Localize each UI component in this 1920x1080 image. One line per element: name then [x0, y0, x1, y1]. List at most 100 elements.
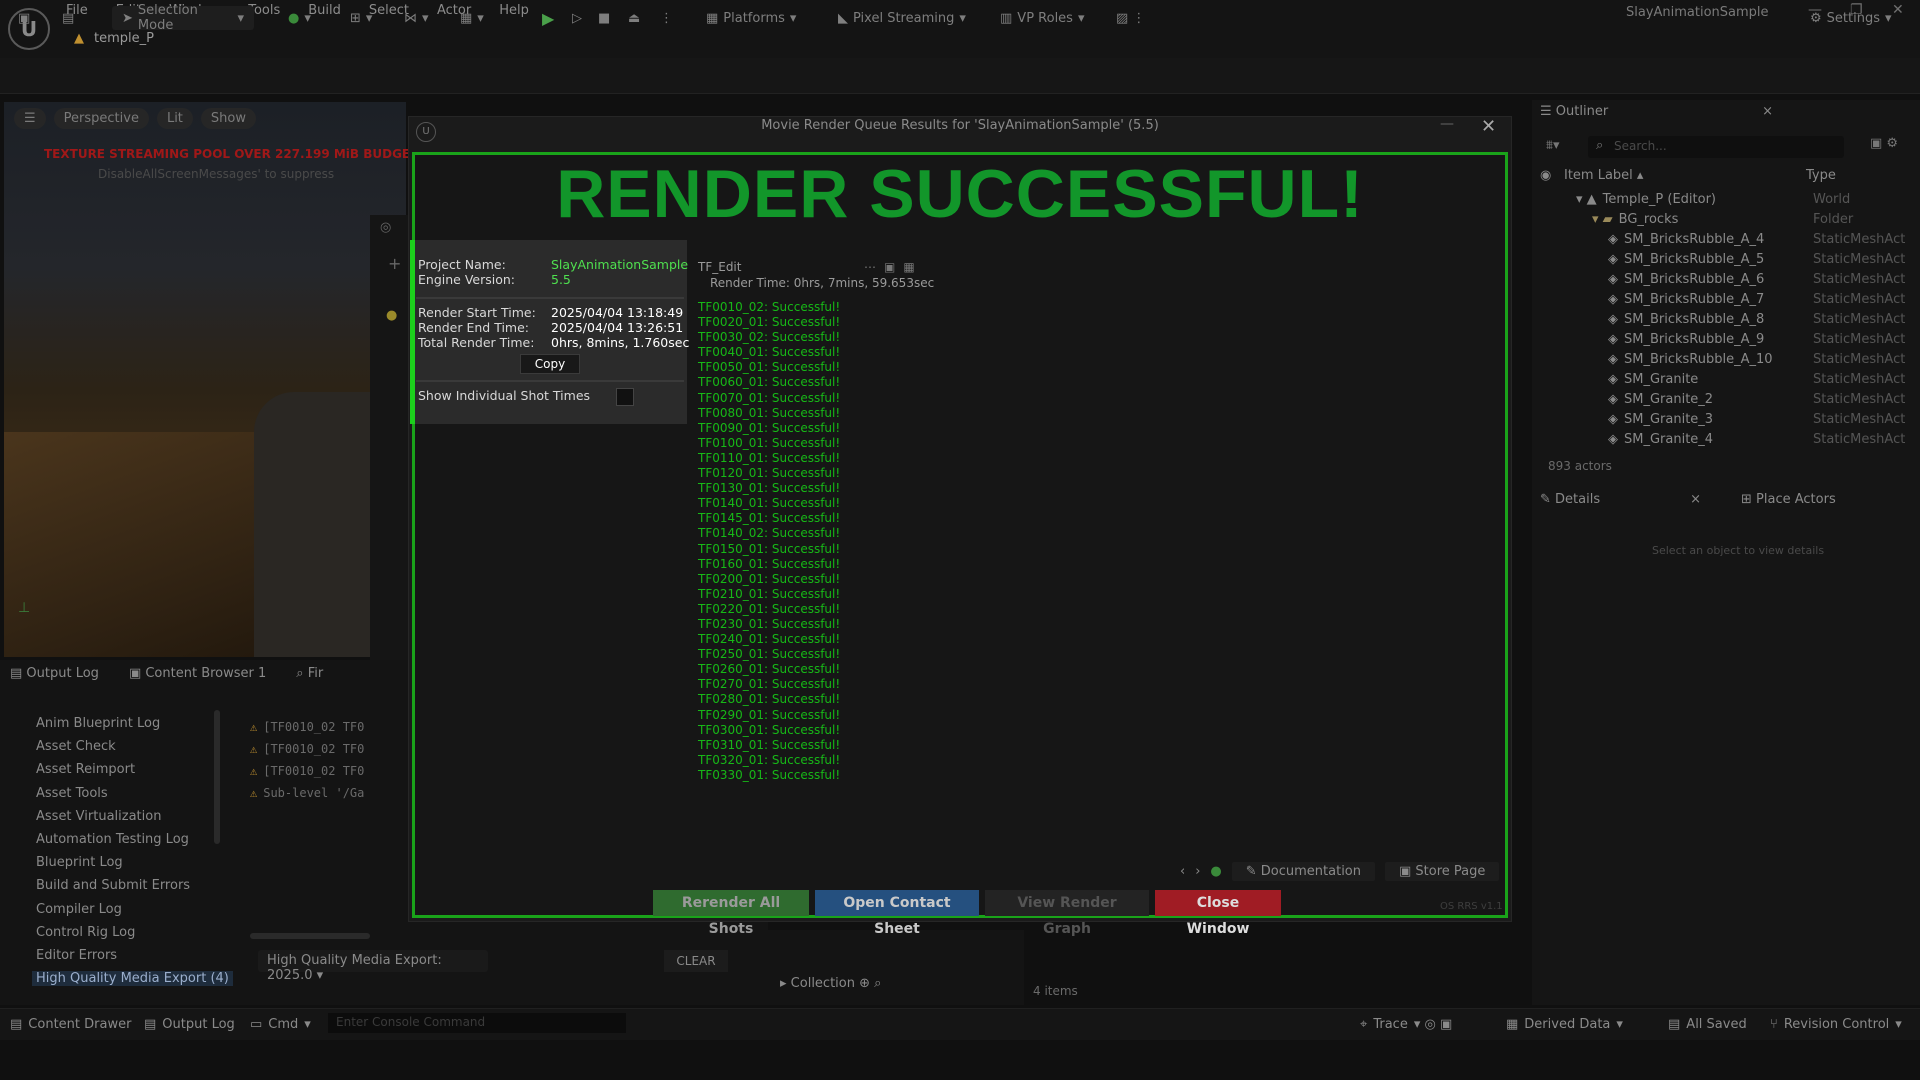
rerender-all-button[interactable]: Rerender All Shots	[653, 890, 809, 937]
collection-header[interactable]: ▸ Collection ⊕ ⌕	[780, 976, 881, 991]
log-message[interactable]: ⚠ Sub-level '/Ga	[250, 782, 364, 804]
dialog-close-icon[interactable]: ✕	[1481, 116, 1496, 137]
content-drawer-button[interactable]: ▤ Content Drawer	[10, 1017, 131, 1032]
documentation-button[interactable]: ✎ Documentation	[1231, 862, 1375, 881]
outliner-row[interactable]: ◈ SM_BricksRubble_A_8 StaticMeshActo	[1540, 310, 1905, 330]
log-category-item[interactable]: Asset Reimport	[36, 758, 233, 781]
grid-icon[interactable]: ▦	[903, 260, 914, 274]
outliner-row[interactable]: ◈ SM_BricksRubble_A_5 StaticMeshActo	[1540, 250, 1905, 270]
folder-icon[interactable]: ▣	[884, 260, 895, 274]
open-contact-sheet-button[interactable]: Open Contact Sheet	[815, 890, 979, 937]
level-viewport[interactable]	[4, 102, 406, 657]
extra-tool-icon[interactable]: ▨ ⋮	[1116, 6, 1145, 30]
stop-icon[interactable]: ■	[598, 6, 610, 30]
log-message[interactable]: ⚠ [TF0010_02 TF0	[250, 738, 364, 760]
log-category-item[interactable]: Build and Submit Errors	[36, 874, 233, 897]
revision-control-button[interactable]: ⑂ Revision Control ▾	[1770, 1017, 1902, 1032]
save-icon[interactable]: ▣	[18, 6, 30, 30]
chevron-left-icon[interactable]: ‹	[1180, 864, 1185, 879]
log-filter-dropdown[interactable]: High Quality Media Export: 2025.0 ▾	[258, 950, 488, 983]
log-category-item[interactable]: Compiler Log	[36, 898, 233, 921]
console-input[interactable]: Enter Console Command	[328, 1013, 626, 1033]
log-category-item[interactable]: Asset Check	[36, 735, 233, 758]
col-type[interactable]: Type	[1806, 168, 1836, 183]
add-folder-icon[interactable]: ▣ ⚙	[1870, 136, 1898, 151]
show-button[interactable]: Show	[200, 108, 256, 129]
filter-icon[interactable]: ⩩▾	[1546, 138, 1559, 153]
tab-content-browser[interactable]: ▣ Content Browser 1	[129, 666, 266, 681]
add-actor-icon[interactable]: ⊞ ▾	[350, 6, 372, 30]
menu-item-select[interactable]: Select	[369, 3, 409, 18]
outliner-row[interactable]: ▾ ▰ BG_rocks Folder	[1540, 210, 1905, 230]
eye-icon[interactable]: ◉	[1540, 168, 1551, 183]
tab-details[interactable]: ✎ Details ×	[1540, 492, 1701, 507]
plus-icon[interactable]: +	[388, 254, 401, 273]
col-item-label[interactable]: Item Label ▴	[1564, 168, 1643, 183]
all-saved-button[interactable]: ▤ All Saved	[1668, 1017, 1747, 1032]
tab-place-actors[interactable]: ⊞ Place Actors	[1741, 492, 1836, 507]
outliner-row[interactable]: ◈ SM_Granite_4 StaticMeshActo	[1540, 430, 1905, 450]
trace-button[interactable]: ⌖ Trace ▾ ◎ ▣	[1360, 1017, 1452, 1032]
outliner-row[interactable]: ◈ SM_BricksRubble_A_6 StaticMeshActo	[1540, 270, 1905, 290]
log-message[interactable]: ⚠ [TF0010_02 TF0	[250, 716, 364, 738]
more-icon[interactable]: ⋯	[864, 260, 876, 274]
derived-data-button[interactable]: ▦ Derived Data ▾	[1506, 1017, 1623, 1032]
horizontal-scrollbar[interactable]	[250, 933, 370, 939]
outliner-tab[interactable]: ☰ Outliner ×	[1540, 104, 1773, 119]
outliner-row[interactable]: ▾ ▲ Temple_P (Editor) World	[1540, 190, 1905, 210]
log-message[interactable]: ⚠ [TF0010_02 TF0	[250, 760, 364, 782]
outliner-row[interactable]: ◈ SM_BricksRubble_A_10 StaticMeshActo	[1540, 350, 1905, 370]
dialog-minimize-icon[interactable]: —	[1440, 116, 1454, 132]
log-category-item[interactable]: Asset Virtualization	[36, 805, 233, 828]
log-category-item[interactable]: Blueprint Log	[36, 851, 233, 874]
selection-mode-button[interactable]: ➤ Selection Mode ▾	[112, 3, 254, 33]
log-category-item[interactable]: Editor Errors	[36, 944, 233, 967]
close-icon[interactable]: ×	[1690, 492, 1701, 507]
lit-button[interactable]: Lit	[156, 108, 193, 129]
platforms-button[interactable]: ▦ Platforms ▾	[706, 6, 796, 30]
pixel-streaming-button[interactable]: ◣ Pixel Streaming ▾	[838, 6, 966, 30]
outliner-row[interactable]: ◈ SM_BricksRubble_A_9 StaticMeshActo	[1540, 330, 1905, 350]
step-icon[interactable]: ▷	[572, 6, 582, 30]
view-render-graph-button[interactable]: View Render Graph	[985, 890, 1149, 937]
copy-button[interactable]: Copy	[520, 354, 580, 374]
content-icon[interactable]: ▤	[62, 6, 74, 30]
close-window-button[interactable]: Close Window	[1155, 890, 1281, 937]
log-category-item[interactable]: Automation Testing Log	[36, 828, 233, 851]
cmd-dropdown[interactable]: ▭ Cmd ▾	[250, 1017, 311, 1032]
tab-output-log[interactable]: ▤ Output Log	[10, 666, 99, 681]
status-output-log-button[interactable]: ▤ Output Log	[144, 1017, 235, 1032]
settings-button[interactable]: ⚙ Settings ▾	[1810, 6, 1892, 30]
more-icon[interactable]: ⋮	[660, 6, 673, 30]
eject-icon[interactable]: ⏏	[628, 6, 640, 30]
outliner-row[interactable]: ◈ SM_Granite StaticMeshActo	[1540, 370, 1905, 390]
tab-find[interactable]: ⌕ Fir	[296, 666, 323, 681]
outliner-search-input[interactable]: Search...	[1588, 136, 1844, 158]
clear-button[interactable]: CLEAR	[664, 950, 728, 972]
cinematics-icon[interactable]: ▦ ▾	[460, 6, 484, 30]
vp-roles-button[interactable]: ▥ VP Roles ▾	[1000, 6, 1084, 30]
log-category-item[interactable]: High Quality Media Export (4)	[32, 967, 233, 990]
log-scrollbar[interactable]	[214, 710, 220, 844]
dialog-actions: Rerender All Shots Open Contact Sheet Vi…	[653, 890, 1281, 937]
log-category-item[interactable]: Asset Tools	[36, 782, 233, 805]
window-close-icon[interactable]: ✕	[1892, 2, 1904, 18]
outliner-row[interactable]: ◈ SM_BricksRubble_A_4 StaticMeshActo	[1540, 230, 1905, 250]
close-icon[interactable]: ×	[1762, 104, 1773, 119]
blueprint-icon[interactable]: ⋈ ▾	[404, 6, 429, 30]
project-tab[interactable]: ▲ temple_P	[74, 31, 154, 46]
show-individual-checkbox[interactable]	[616, 388, 634, 406]
chevron-right-icon[interactable]: ›	[1195, 864, 1200, 879]
mode-icon[interactable]: ● ▾	[288, 6, 311, 30]
play-icon[interactable]: ▶	[542, 6, 554, 30]
log-category-item[interactable]: Anim Blueprint Log	[36, 712, 233, 735]
outliner-row[interactable]: ◈ SM_BricksRubble_A_7 StaticMeshActo	[1540, 290, 1905, 310]
log-category-item[interactable]: Control Rig Log	[36, 921, 233, 944]
outliner-row[interactable]: ◈ SM_Granite_2 StaticMeshActo	[1540, 390, 1905, 410]
menu-item-build[interactable]: Build	[308, 3, 341, 18]
viewport-menu-icon[interactable]: ☰	[14, 108, 46, 129]
menu-item-help[interactable]: Help	[499, 3, 529, 18]
store-page-button[interactable]: ▣ Store Page	[1385, 862, 1500, 881]
perspective-button[interactable]: Perspective	[53, 108, 149, 129]
outliner-row[interactable]: ◈ SM_Granite_3 StaticMeshActo	[1540, 410, 1905, 430]
